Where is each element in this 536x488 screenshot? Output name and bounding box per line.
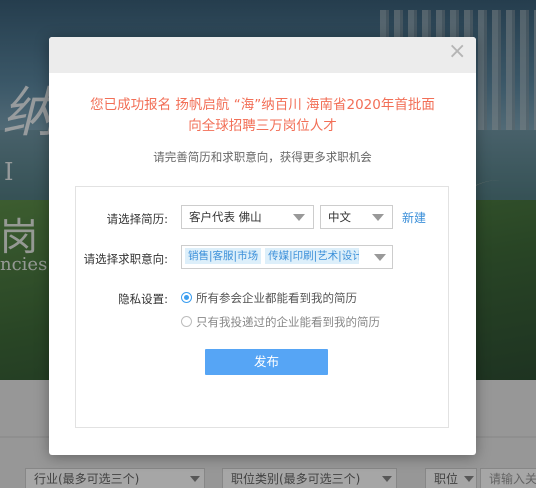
privacy-option-label: 只有我投递过的企业能看到我的简历: [196, 315, 380, 329]
privacy-option-label: 所有参会企业都能看到我的简历: [196, 291, 357, 305]
intent-tag[interactable]: 传媒|印刷|艺术|设计: [265, 248, 360, 264]
resume-select[interactable]: 客户代表 佛山: [181, 205, 314, 229]
language-select[interactable]: 中文: [320, 205, 393, 229]
signup-success-dialog: × 您已成功报名 扬帆启航 “海”纳百川 海南省2020年首批面 向全球招聘三万…: [49, 37, 476, 455]
radio-unchecked-icon[interactable]: [181, 316, 192, 327]
privacy-option-applied[interactable]: 只有我投递过的企业能看到我的简历: [181, 314, 380, 330]
intent-tag[interactable]: 销售|客服|市场: [185, 248, 262, 264]
dialog-header: ×: [49, 37, 476, 73]
new-resume-link[interactable]: 新建: [402, 209, 426, 226]
chevron-down-icon: [374, 254, 386, 261]
resume-label: 请选择简历:: [106, 212, 168, 226]
dialog-title-line: 您已成功报名 扬帆启航 “海”纳百川 海南省2020年首批面: [90, 97, 435, 113]
dialog-title-line: 向全球招聘三万岗位人才: [188, 118, 337, 134]
language-select-value: 中文: [328, 210, 351, 224]
publish-button[interactable]: 发布: [205, 349, 328, 375]
chevron-down-icon: [372, 214, 384, 221]
resume-select-value: 客户代表 佛山: [189, 210, 262, 224]
dialog-title: 您已成功报名 扬帆启航 “海”纳百川 海南省2020年首批面 向全球招聘三万岗位…: [49, 95, 476, 137]
radio-checked-icon[interactable]: [181, 292, 192, 303]
chevron-down-icon: [293, 214, 305, 221]
privacy-option-all[interactable]: 所有参会企业都能看到我的简历: [181, 290, 357, 306]
intent-label: 请选择求职意向:: [83, 252, 168, 266]
privacy-label: 隐私设置:: [118, 292, 168, 306]
application-form: 请选择简历: 客户代表 佛山 中文 新建 请选择求职意向: 销售|客服|市场 传媒…: [75, 186, 449, 428]
dialog-subtitle: 请完善简历和求职意向，获得更多求职机会: [153, 150, 372, 164]
job-intent-select[interactable]: 销售|客服|市场 传媒|印刷|艺术|设计: [181, 245, 393, 269]
close-icon[interactable]: ×: [448, 41, 466, 63]
